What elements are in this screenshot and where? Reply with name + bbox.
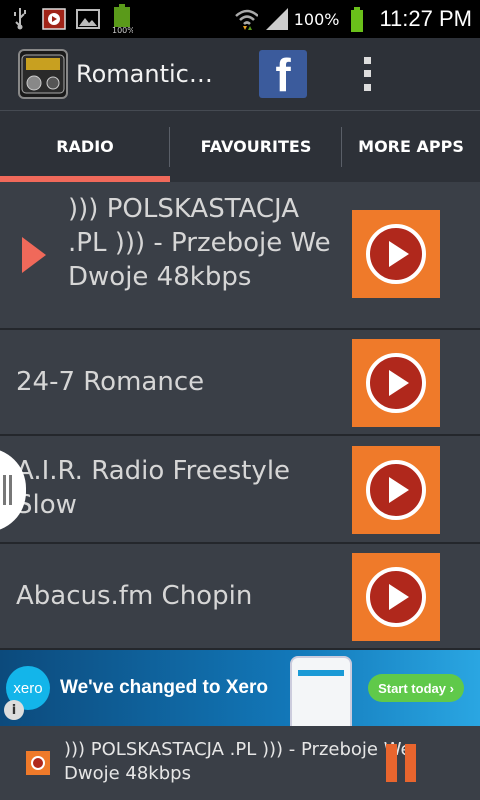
station-name: Abacus.fm Chopin — [16, 581, 253, 611]
tab-favourites-label: FAVOURITES — [200, 137, 312, 156]
station-name: ))) POLSKASTACJA .PL ))) - Przeboje We D… — [68, 194, 331, 292]
media-play-icon — [42, 7, 66, 31]
ad-cta-button[interactable]: Start today › — [368, 674, 464, 702]
station-row[interactable]: Abacus.fm Chopin — [0, 544, 480, 650]
bottom-player: ))) POLSKASTACJA .PL ))) - Przeboje We D… — [0, 726, 480, 800]
battery-percent: 100% — [293, 9, 340, 29]
wifi-icon — [234, 7, 258, 31]
battery-icon: 100% — [110, 4, 134, 34]
ad-headline: We've changed to Xero — [60, 677, 268, 698]
station-name: 24-7 Romance — [16, 367, 205, 397]
tab-radio[interactable]: RADIO — [0, 111, 170, 182]
battery-full-icon — [345, 7, 369, 32]
play-icon — [389, 477, 409, 503]
action-bar: Romantic… f — [0, 38, 480, 110]
tab-favourites[interactable]: FAVOURITES — [170, 111, 342, 182]
tab-more-apps[interactable]: MORE APPS — [342, 111, 480, 182]
tab-bar: RADIO FAVOURITES MORE APPS — [0, 110, 480, 182]
app-logo[interactable] — [18, 49, 68, 99]
app-title: Romantic… — [76, 60, 213, 88]
ad-phone-image — [290, 656, 352, 726]
ad-info-icon[interactable]: i — [4, 700, 24, 720]
tab-more-apps-label: MORE APPS — [358, 137, 464, 156]
clock: 11:27 PM — [379, 6, 472, 31]
play-button[interactable] — [352, 339, 440, 427]
pause-button[interactable] — [386, 744, 416, 782]
svg-text:100%: 100% — [112, 26, 133, 34]
facebook-icon: f — [275, 50, 291, 98]
play-button[interactable] — [352, 446, 440, 534]
station-list: ))) POLSKASTACJA .PL ))) - Przeboje We D… — [0, 182, 480, 650]
play-icon — [389, 584, 409, 610]
tab-radio-label: RADIO — [56, 137, 114, 156]
play-icon — [389, 241, 409, 267]
play-button[interactable] — [352, 553, 440, 641]
overflow-menu-icon[interactable] — [357, 54, 377, 94]
now-playing-indicator-icon — [22, 237, 46, 273]
status-bar: 100% 100% 11:27 PM — [0, 0, 480, 38]
ad-banner[interactable]: xero We've changed to Xero Start today › — [0, 650, 480, 726]
play-button[interactable] — [352, 210, 440, 298]
image-icon — [76, 7, 100, 31]
station-row[interactable]: 24-7 Romance — [0, 330, 480, 436]
usb-icon — [8, 7, 32, 31]
now-playing-thumbnail-icon — [26, 751, 50, 775]
station-row[interactable]: A.I.R. Radio Freestyle Slow — [0, 436, 480, 544]
play-icon — [389, 370, 409, 396]
signal-icon — [264, 7, 288, 31]
facebook-button[interactable]: f — [259, 50, 307, 98]
station-name: A.I.R. Radio Freestyle Slow — [16, 456, 291, 520]
station-row[interactable]: ))) POLSKASTACJA .PL ))) - Przeboje We D… — [0, 182, 480, 330]
